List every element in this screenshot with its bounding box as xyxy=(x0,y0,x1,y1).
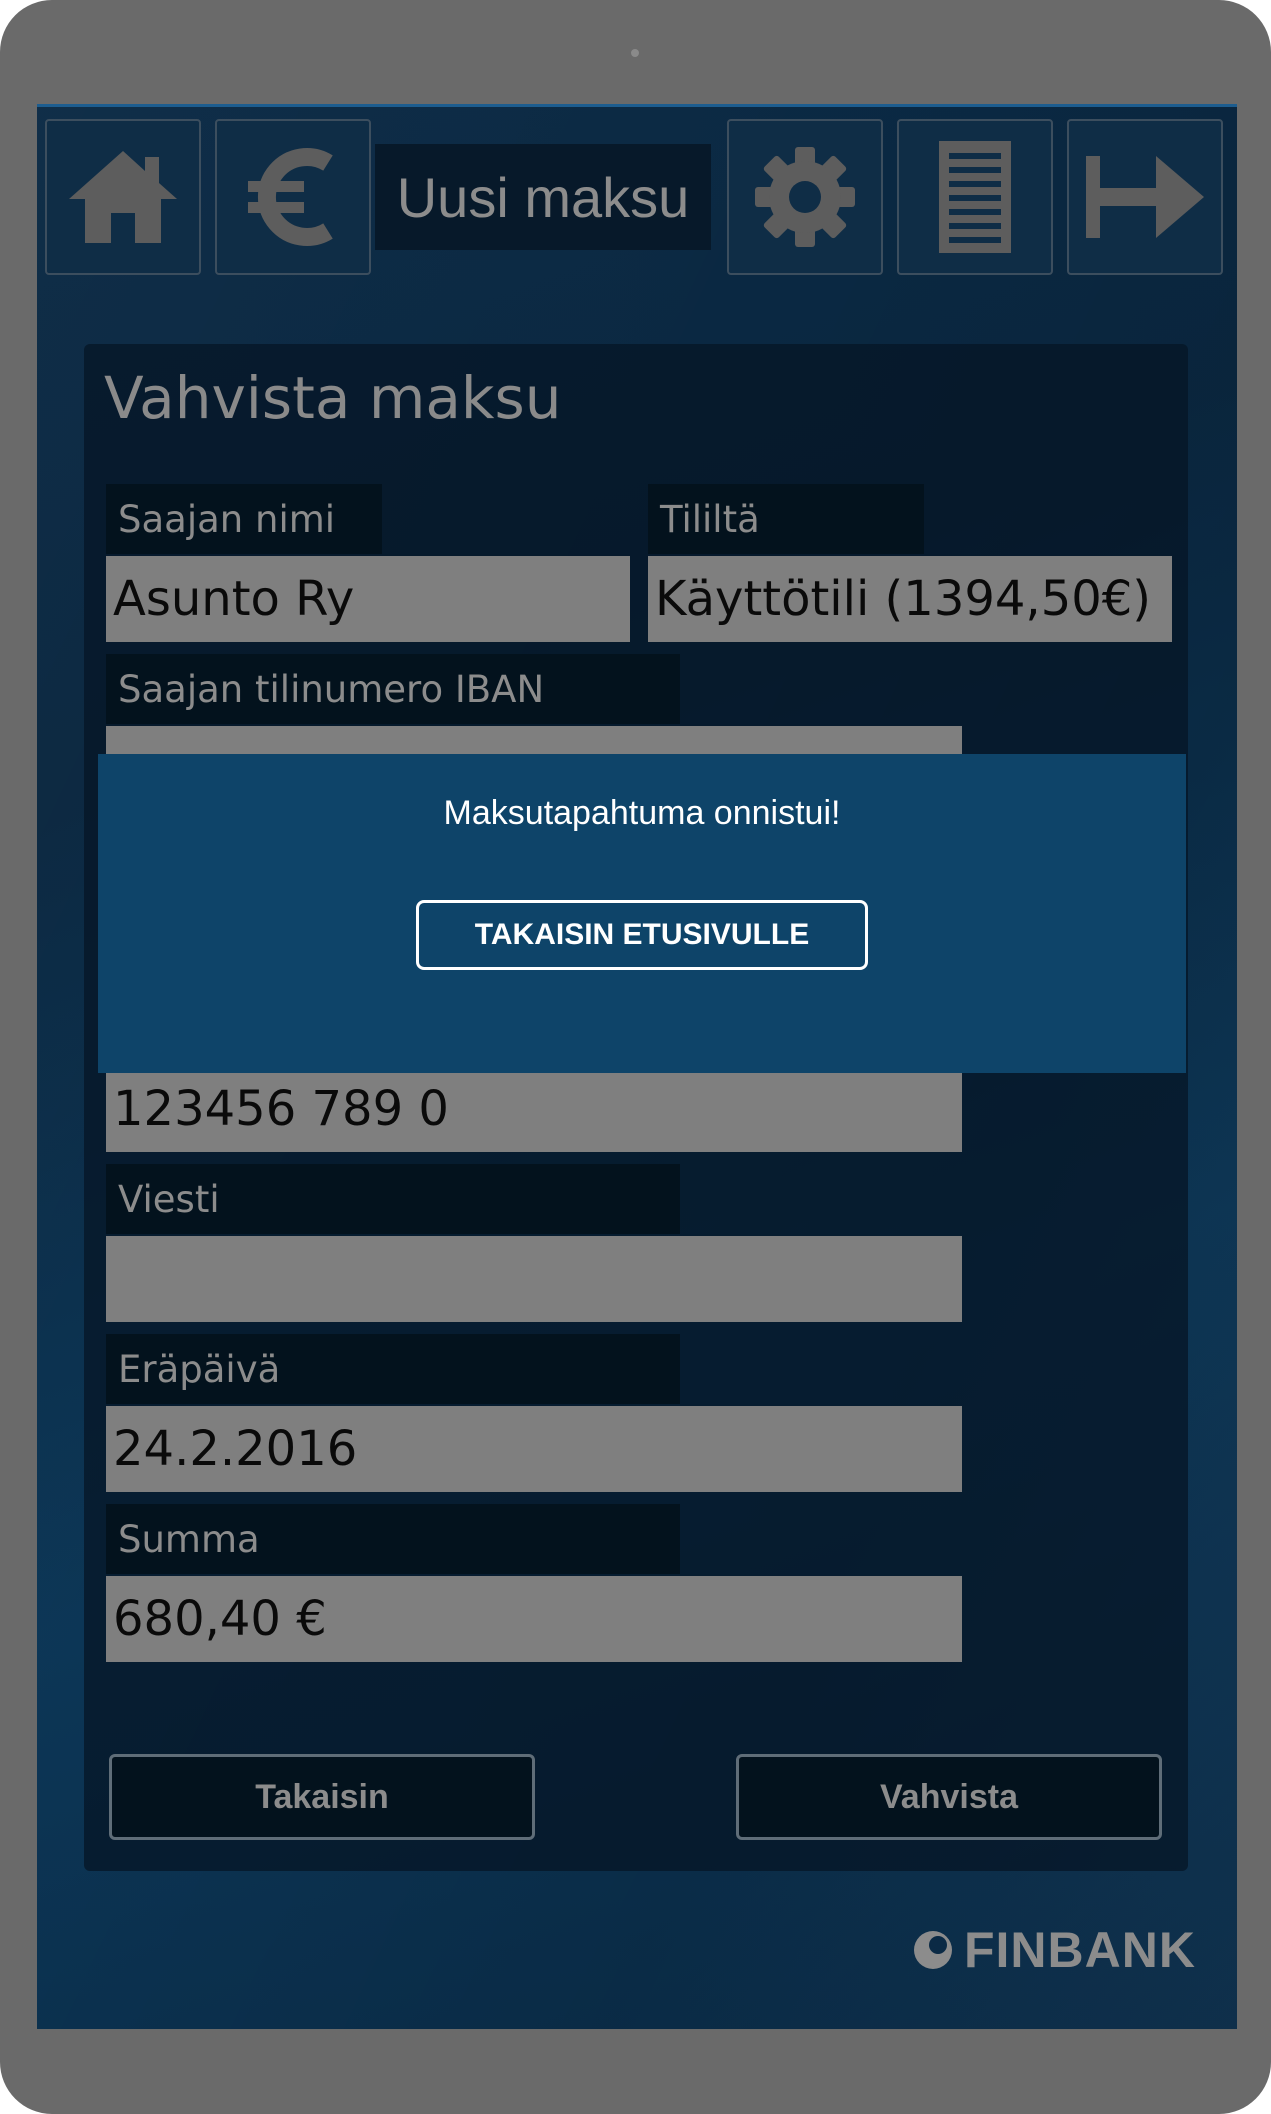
due-date-label: Eräpäivä xyxy=(106,1334,680,1404)
amount-label: Summa xyxy=(106,1504,680,1574)
back-button[interactable]: Takaisin xyxy=(109,1754,535,1840)
logout-button[interactable] xyxy=(1067,119,1223,275)
recipient-name-field[interactable]: Asunto Ry xyxy=(106,556,630,642)
due-date-field[interactable]: 24.2.2016 xyxy=(106,1406,962,1492)
logout-arrow-icon xyxy=(1086,156,1204,238)
confirm-button[interactable]: Vahvista xyxy=(736,1754,1162,1840)
iban-label: Saajan tilinumero IBAN xyxy=(106,654,680,724)
back-to-home-button[interactable]: TAKAISIN ETUSIVULLE xyxy=(416,900,868,970)
statements-button[interactable] xyxy=(897,119,1053,275)
app-screen: Uusi maksu Vahvista maksu Saajan nimi As… xyxy=(37,104,1237,2029)
message-field[interactable] xyxy=(106,1236,962,1322)
home-icon xyxy=(69,151,177,243)
success-dialog: Maksutapahtuma onnistui! TAKAISIN ETUSIV… xyxy=(98,754,1186,1073)
settings-button[interactable] xyxy=(727,119,883,275)
message-label: Viesti xyxy=(106,1164,680,1234)
payments-button[interactable] xyxy=(215,119,371,275)
reference-field[interactable]: 123456 789 0 xyxy=(106,1066,962,1152)
finbank-logo-icon xyxy=(914,1931,952,1969)
home-button[interactable] xyxy=(45,119,201,275)
from-account-field[interactable]: Käyttötili (1394,50€) xyxy=(648,556,1172,642)
success-message: Maksutapahtuma onnistui! xyxy=(443,794,841,832)
from-account-label: Tililtä xyxy=(648,484,924,554)
document-icon xyxy=(939,141,1011,253)
brand-name: FINBANK xyxy=(964,1922,1196,1978)
recipient-name-label: Saajan nimi xyxy=(106,484,382,554)
euro-icon xyxy=(248,148,333,246)
camera-dot xyxy=(631,49,639,57)
amount-field[interactable]: 680,40 € xyxy=(106,1576,962,1662)
gear-icon xyxy=(755,147,855,247)
tablet-frame: Uusi maksu Vahvista maksu Saajan nimi As… xyxy=(0,0,1271,2114)
page-title: Uusi maksu xyxy=(375,144,711,250)
finbank-logo: FINBANK xyxy=(912,1920,1196,1980)
confirm-payment-panel: Vahvista maksu Saajan nimi Asunto Ry Til… xyxy=(84,344,1188,1871)
panel-title: Vahvista maksu xyxy=(104,364,562,432)
